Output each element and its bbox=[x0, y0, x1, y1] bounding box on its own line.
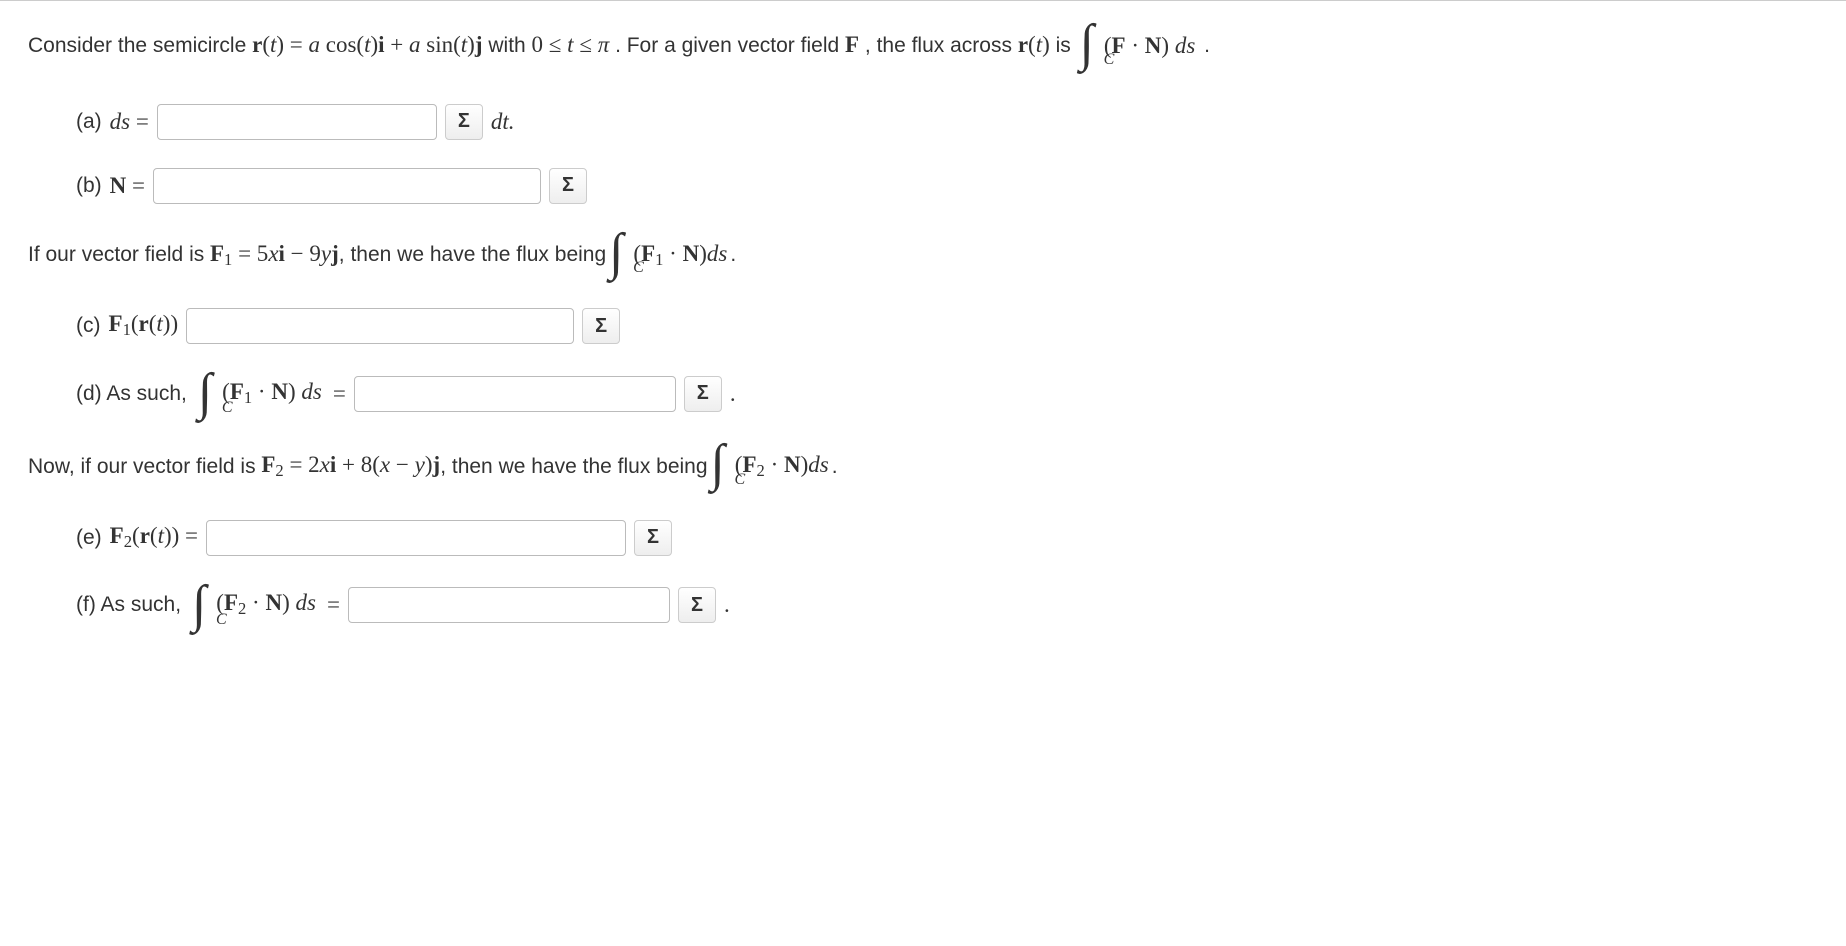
paragraph-f1: If our vector field is F1 = 5xi − 9yj , … bbox=[28, 232, 1818, 279]
intro-range: 0 ≤ t ≤ π bbox=[532, 32, 610, 57]
integral-icon: ∫ bbox=[711, 443, 725, 485]
part-e-label: (e) bbox=[76, 526, 102, 550]
part-f-period: . bbox=[724, 592, 730, 618]
part-c-input[interactable] bbox=[186, 308, 574, 344]
para1-prefix: If our vector field is bbox=[28, 239, 204, 271]
integral-sub: C bbox=[216, 611, 227, 629]
intro-integrand: (F · N) ds bbox=[1104, 29, 1195, 64]
part-d-integrand: (F1 · N) ds bbox=[222, 379, 322, 408]
integral-sub: C bbox=[1104, 48, 1115, 72]
sigma-button-c[interactable]: Σ bbox=[582, 308, 620, 344]
part-f-integrand: (F2 · N) ds bbox=[216, 590, 316, 619]
para1-f1eq: F1 = 5xi − 9yj bbox=[204, 237, 339, 273]
para1-integrand: (F1 · N)ds bbox=[633, 237, 727, 273]
intro-text-is: is bbox=[1056, 34, 1077, 57]
part-d-period: . bbox=[730, 381, 736, 407]
part-b-label: (b) bbox=[76, 174, 102, 198]
part-b-input[interactable] bbox=[153, 168, 541, 204]
part-e-lhs: F2(r(t)) = bbox=[110, 523, 198, 552]
integral-icon: ∫ bbox=[198, 372, 212, 414]
part-c-lhs: F1(r(t)) bbox=[109, 311, 179, 340]
part-a-input[interactable] bbox=[157, 104, 437, 140]
intro-text-1: Consider the semicircle bbox=[28, 34, 252, 57]
part-d-label: (d) As such, bbox=[76, 382, 187, 406]
part-c: (c) F1(r(t)) Σ bbox=[76, 308, 1818, 344]
sigma-button-b[interactable]: Σ bbox=[549, 168, 587, 204]
intro-text-mid: . For a given vector field bbox=[615, 34, 845, 57]
intro-text-with: with bbox=[488, 34, 531, 57]
integral-icon: ∫ bbox=[1080, 23, 1094, 65]
intro-F: F bbox=[845, 32, 859, 57]
part-d: (d) As such, ∫ C (F1 · N) ds = Σ . bbox=[76, 372, 1818, 415]
intro-integral: ∫ C (F · N) ds bbox=[1080, 23, 1196, 70]
intro-paragraph: Consider the semicircle r(t) = a cos(t)i… bbox=[28, 23, 1818, 70]
para2-integrand: (F2 · N)ds bbox=[735, 448, 829, 484]
part-a: (a) ds = Σ dt. bbox=[76, 104, 1818, 140]
part-e: (e) F2(r(t)) = Σ bbox=[76, 520, 1818, 556]
part-a-after: dt. bbox=[491, 109, 515, 135]
part-d-integral: ∫ C (F1 · N) ds bbox=[198, 372, 322, 415]
part-d-input[interactable] bbox=[354, 376, 676, 412]
intro-rt-eq: r(t) = a cos(t)i + a sin(t)j bbox=[252, 32, 482, 57]
para2-mid: , then we have the flux being bbox=[440, 451, 707, 483]
part-b: (b) N = Σ bbox=[76, 168, 1818, 204]
para2-f2eq: F2 = 2xi + 8(x − y)j bbox=[256, 448, 441, 484]
intro-rt: r(t) bbox=[1018, 32, 1050, 57]
integral-icon: ∫ bbox=[192, 584, 206, 626]
para1-period: . bbox=[730, 239, 736, 271]
para2-integral: ∫ C (F2 · N)ds bbox=[711, 443, 829, 490]
sigma-button-f[interactable]: Σ bbox=[678, 587, 716, 623]
integral-sub: C bbox=[222, 399, 233, 417]
part-a-lhs: ds = bbox=[110, 109, 149, 135]
para2-period: . bbox=[832, 451, 838, 483]
integral-sub: C bbox=[735, 468, 746, 492]
intro-period: . bbox=[1204, 34, 1210, 57]
para1-mid: , then we have the flux being bbox=[339, 239, 606, 271]
part-d-eq: = bbox=[333, 381, 346, 407]
sigma-button-e[interactable]: Σ bbox=[634, 520, 672, 556]
integral-icon: ∫ bbox=[609, 232, 623, 274]
paragraph-f2: Now, if our vector field is F2 = 2xi + 8… bbox=[28, 443, 1818, 490]
intro-text-mid2: , the flux across bbox=[865, 34, 1018, 57]
problem-content: Consider the semicircle r(t) = a cos(t)i… bbox=[0, 1, 1846, 677]
sigma-button-a[interactable]: Σ bbox=[445, 104, 483, 140]
part-f: (f) As such, ∫ C (F2 · N) ds = Σ . bbox=[76, 584, 1818, 627]
para1-integral: ∫ C (F1 · N)ds bbox=[609, 232, 727, 279]
part-a-label: (a) bbox=[76, 110, 102, 134]
part-f-label: (f) As such, bbox=[76, 593, 181, 617]
sigma-button-d[interactable]: Σ bbox=[684, 376, 722, 412]
part-f-input[interactable] bbox=[348, 587, 670, 623]
part-f-integral: ∫ C (F2 · N) ds bbox=[192, 584, 316, 627]
para2-prefix: Now, if our vector field is bbox=[28, 451, 256, 483]
part-b-lhs: N = bbox=[110, 173, 145, 199]
part-e-input[interactable] bbox=[206, 520, 626, 556]
part-c-label: (c) bbox=[76, 314, 101, 338]
integral-sub: C bbox=[633, 256, 644, 280]
part-f-eq: = bbox=[327, 592, 340, 618]
